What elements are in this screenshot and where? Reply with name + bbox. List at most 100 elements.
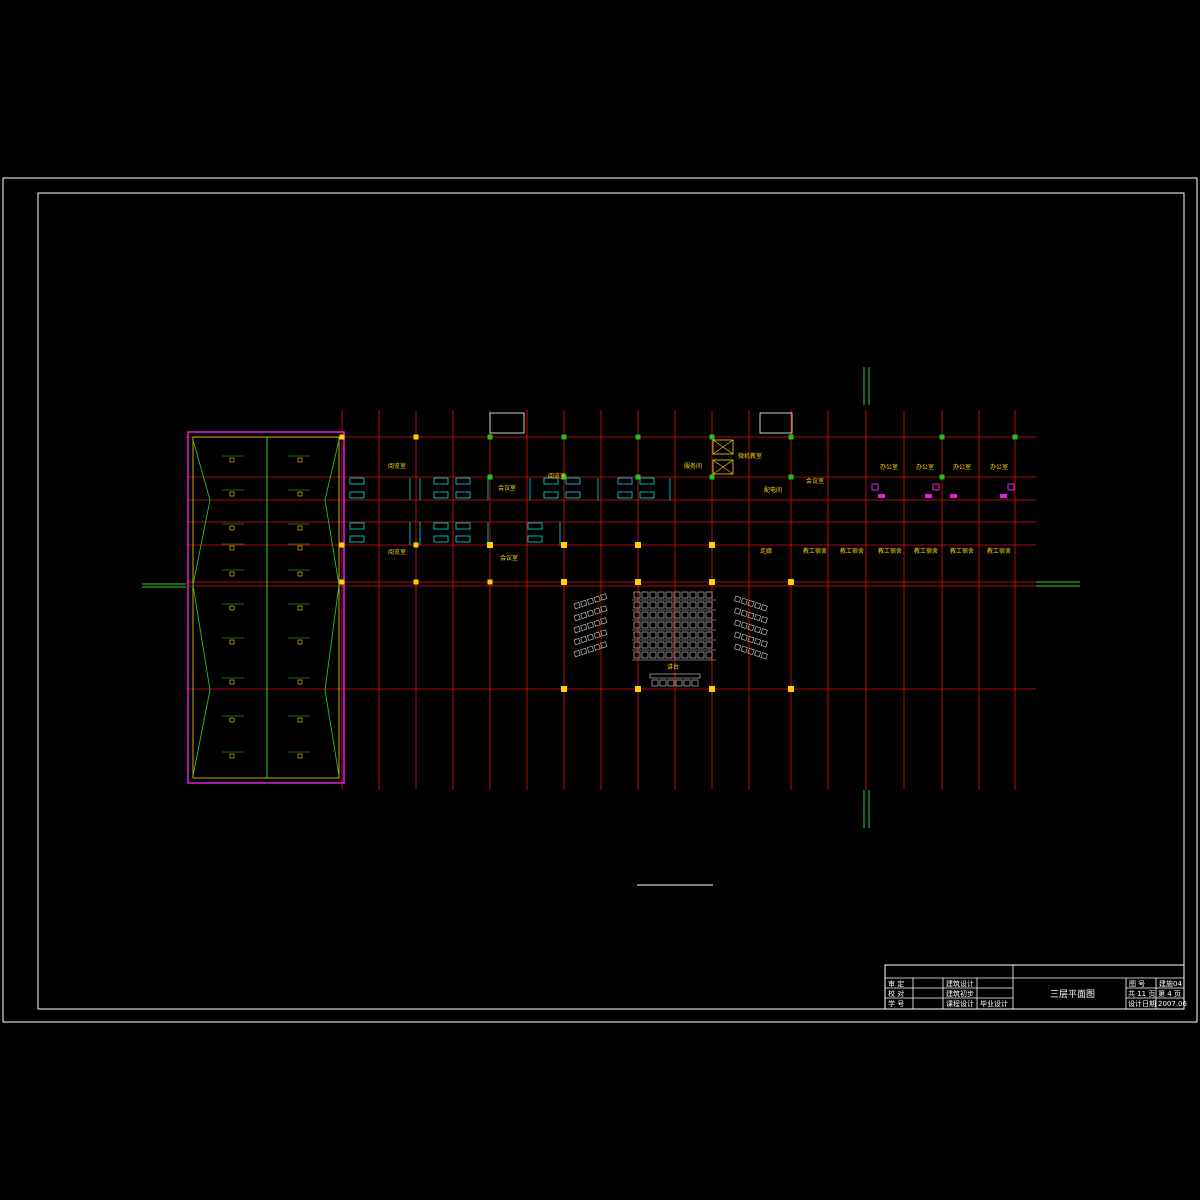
tb-cell: 建筑设计	[946, 979, 974, 988]
seat	[705, 651, 713, 659]
seat	[600, 629, 608, 637]
seat	[697, 621, 705, 629]
seat	[754, 626, 762, 634]
seat	[593, 607, 601, 615]
room-label: 办公室	[880, 463, 898, 471]
seat	[633, 641, 641, 649]
column	[339, 434, 345, 440]
desk	[349, 522, 365, 530]
seat	[649, 621, 657, 629]
seat	[633, 611, 641, 619]
furniture	[349, 477, 1015, 545]
roof-drain	[297, 639, 303, 645]
seat	[649, 651, 657, 659]
auditorium-seating	[573, 591, 768, 687]
column	[709, 434, 715, 440]
desk	[617, 477, 633, 485]
seat	[649, 611, 657, 619]
room-label: 教工宿舍	[987, 547, 1011, 555]
tb-cell: 校 对	[888, 989, 904, 998]
desk	[565, 491, 581, 499]
roof-slope-left	[192, 439, 211, 777]
seat	[586, 621, 594, 629]
seat	[740, 645, 748, 653]
column	[487, 434, 493, 440]
tb-cell: 图 号	[1129, 980, 1145, 988]
seat	[580, 611, 588, 619]
seat	[586, 609, 594, 617]
desk	[455, 535, 471, 543]
room-label: 办公室	[990, 463, 1008, 471]
seat	[657, 611, 665, 619]
seat	[651, 679, 659, 687]
seat	[593, 643, 601, 651]
seat	[593, 595, 601, 603]
seat	[760, 604, 768, 612]
seat	[573, 602, 581, 610]
roof-drain	[297, 571, 303, 577]
seat	[586, 645, 594, 653]
seat	[586, 597, 594, 605]
column	[709, 579, 715, 585]
seat	[657, 651, 665, 659]
room-label: 教工宿舍	[914, 547, 938, 555]
roof-drain	[229, 525, 235, 531]
seat	[681, 651, 689, 659]
desk	[433, 535, 449, 543]
seat	[665, 631, 673, 639]
seat	[633, 601, 641, 609]
roof-drain	[297, 457, 303, 463]
column	[487, 579, 493, 585]
seat	[760, 616, 768, 624]
seat	[689, 641, 697, 649]
desk	[433, 522, 449, 530]
seat	[705, 601, 713, 609]
room-label: 办公室	[953, 463, 971, 471]
seat	[600, 617, 608, 625]
drawing-title: 三层平面图	[1050, 989, 1095, 1000]
room-label: 讲台	[667, 663, 679, 671]
fixture	[871, 483, 879, 491]
room-label: 服务间	[684, 462, 702, 470]
seat	[573, 638, 581, 646]
column	[413, 542, 419, 548]
seat	[633, 621, 641, 629]
roof-drain	[297, 545, 303, 551]
seat	[593, 631, 601, 639]
cad-drawing: 阅览室 会议室 阅览室 服务间 微机教室 配电间 会议室 办公室 办公室 办公室…	[2, 177, 1198, 1023]
roof-plan	[142, 431, 345, 784]
seat	[633, 591, 641, 599]
seat	[600, 641, 608, 649]
seat-block-right	[734, 619, 768, 636]
column	[635, 434, 641, 440]
seat	[641, 611, 649, 619]
seat	[573, 650, 581, 658]
room-label: 教工宿舍	[878, 547, 902, 555]
seat	[580, 647, 588, 655]
seat	[641, 591, 649, 599]
desk	[617, 491, 633, 499]
tb-cell: 共 11 页	[1128, 989, 1155, 998]
column	[788, 434, 794, 440]
seat	[740, 633, 748, 641]
roof-drain	[229, 605, 235, 611]
roof-drain	[297, 717, 303, 723]
desk	[455, 491, 471, 499]
seat	[697, 631, 705, 639]
desk	[349, 491, 365, 499]
seat	[665, 651, 673, 659]
room-label: 教工宿舍	[950, 547, 974, 555]
seat	[593, 619, 601, 627]
fixture	[878, 494, 885, 498]
seat	[740, 609, 748, 617]
column	[788, 579, 794, 585]
seat	[734, 607, 742, 615]
sheet-inner-border	[37, 192, 1185, 1010]
seat	[740, 621, 748, 629]
roof-drain	[297, 605, 303, 611]
seat	[641, 641, 649, 649]
column	[635, 579, 641, 585]
seat	[705, 611, 713, 619]
column	[561, 434, 567, 440]
seat	[689, 621, 697, 629]
